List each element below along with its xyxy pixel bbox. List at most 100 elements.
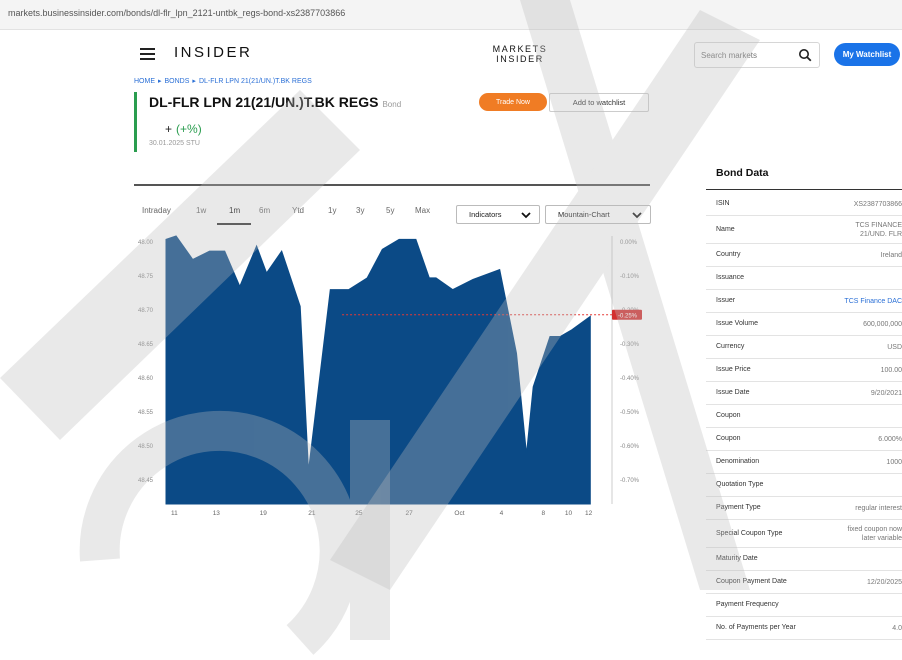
x-tick-label: 21 <box>308 510 316 517</box>
bond-data-row: Issuer TCS Finance DAC <box>706 290 902 313</box>
bond-data-label: Quotation Type <box>716 481 764 488</box>
indicators-dropdown[interactable]: Indicators <box>456 205 540 224</box>
markets-logo-line2: INSIDER <box>496 54 544 64</box>
y-tick-label: 48.00 <box>138 240 154 246</box>
bond-data-row: Currency USD <box>706 336 902 359</box>
bond-header: DL-FLR LPN 21(21/UN.)T.BK REGS Bond + (+%)… <box>134 92 434 152</box>
tab-intraday[interactable]: Intraday <box>142 206 171 215</box>
bond-data-label: Issuer <box>716 297 736 304</box>
bond-data-value: 100.00 <box>880 367 902 374</box>
tab-3y[interactable]: 3y <box>356 206 364 215</box>
markets-logo-line1: MARKETS <box>492 44 548 54</box>
section-divider <box>134 184 650 186</box>
bond-data-label: No. of Payments per Year <box>716 624 796 631</box>
issuer-link[interactable]: TCS Finance DAC <box>844 297 902 306</box>
tab-6m[interactable]: 6m <box>259 206 270 215</box>
insider-logo[interactable]: INSIDER <box>174 44 252 61</box>
url-text[interactable]: markets.businessinsider.com/bonds/dl-flr… <box>8 8 345 18</box>
chevron-down-icon <box>521 212 531 219</box>
x-tick-label: 25 <box>355 510 363 517</box>
bond-data-value: TCS FINANCE 21/UND. FLR <box>855 222 902 238</box>
my-watchlist-button[interactable]: My Watchlist <box>834 43 900 66</box>
bond-data-row: Issue Price 100.00 <box>706 359 902 382</box>
bond-data-divider <box>706 189 902 190</box>
x-tick-label: 11 <box>171 510 178 517</box>
add-to-watchlist-button[interactable]: Add to watchlist <box>549 93 649 112</box>
bond-data-row: Maturity Date <box>706 548 902 571</box>
bond-data-row: Denomination 1000 <box>706 451 902 474</box>
bond-data-value: regular interest <box>855 505 902 512</box>
bond-data-value: Ireland <box>880 252 902 259</box>
browser-url-bar[interactable]: markets.businessinsider.com/bonds/dl-flr… <box>0 0 902 30</box>
breadcrumb-home[interactable]: HOME <box>134 78 155 85</box>
breadcrumb-separator-icon: ▸ <box>158 78 162 85</box>
bond-data-row: Issue Volume 600,000,000 <box>706 313 902 336</box>
bond-data-row: Country Ireland <box>706 244 902 267</box>
chart-type-label: Mountain-Chart <box>558 210 610 219</box>
chevron-down-icon <box>632 212 642 219</box>
bond-data-value: USD <box>887 344 902 351</box>
bond-data-value: fixed coupon now later variable <box>847 526 902 542</box>
x-tick-label: 19 <box>260 510 268 517</box>
x-tick-label: 27 <box>406 510 414 517</box>
bond-title-text: DL-FLR LPN 21(21/UN.)T.BK REGS <box>149 94 379 110</box>
x-tick-label: 4 <box>500 510 504 517</box>
price-change: + (+%) <box>165 122 202 136</box>
bond-data-value: 12/20/2025 <box>866 579 902 586</box>
bond-data-value: 6.000% <box>878 436 902 443</box>
x-tick-label: 13 <box>213 510 221 517</box>
breadcrumb-bonds[interactable]: BONDS <box>165 78 190 85</box>
bond-data-label: Payment Frequency <box>716 601 779 608</box>
tab-1w[interactable]: 1w <box>196 206 206 215</box>
right-tick-label: -0.50% <box>620 410 640 416</box>
right-tick-label: -0.30% <box>620 342 640 348</box>
y-tick-label: 48.50 <box>138 444 154 450</box>
page-title: DL-FLR LPN 21(21/UN.)T.BK REGS Bond <box>149 94 401 110</box>
price-chart[interactable]: 48.00 48.75 48.70 48.65 48.60 48.55 48.50 48.45… <box>134 228 654 518</box>
bond-data-row: Coupon <box>706 405 902 428</box>
y-tick-label: 48.45 <box>138 478 154 484</box>
markets-insider-logo[interactable]: MARKETS INSIDER <box>470 44 570 64</box>
search-input[interactable] <box>701 48 791 62</box>
tab-5y[interactable]: 5y <box>386 206 394 215</box>
bond-type-label: Bond <box>382 100 402 109</box>
y-tick-label: 48.70 <box>138 308 154 314</box>
price-date: 30.01.2025 STU <box>149 140 200 147</box>
indicators-label: Indicators <box>469 210 502 219</box>
bond-data-label: Country <box>716 251 741 258</box>
search-box[interactable] <box>694 42 820 68</box>
bond-data-row: Quotation Type <box>706 474 902 497</box>
bond-data-label: Denomination <box>716 458 760 465</box>
hamburger-menu-icon[interactable] <box>140 48 155 60</box>
bond-data-label: Special Coupon Type <box>716 529 783 537</box>
bond-data-label: Maturity Date <box>716 555 758 562</box>
right-tick-label: -0.60% <box>620 444 640 450</box>
chart-type-dropdown[interactable]: Mountain-Chart <box>545 205 651 224</box>
bond-data-row: Name TCS FINANCE 21/UND. FLR <box>706 216 902 244</box>
bond-data-label: ISIN <box>716 200 730 207</box>
y-tick-label: 48.60 <box>138 376 154 382</box>
breadcrumb-current[interactable]: DL-FLR LPN 21(21/UN.)T.BK REGS <box>199 78 312 85</box>
tab-ytd[interactable]: Ytd <box>292 206 304 215</box>
bond-data-label: Payment Type <box>716 504 761 511</box>
tab-1y[interactable]: 1y <box>328 206 336 215</box>
bond-data-label: Issuance <box>716 274 745 281</box>
price-area-series <box>165 235 591 505</box>
bond-data-value: 4.0 <box>892 625 902 632</box>
y-tick-label: 48.75 <box>138 274 154 280</box>
right-tick-label: 0.00% <box>620 240 638 246</box>
bond-data-title: Bond Data <box>716 167 769 179</box>
search-icon[interactable] <box>798 48 812 62</box>
tab-1m[interactable]: 1m <box>229 206 240 215</box>
x-tick-label: 10 <box>565 510 573 517</box>
breadcrumb: HOME ▸ BONDS ▸ DL-FLR LPN 21(21/UN.)T.BK REG… <box>134 77 312 85</box>
bond-data-row: No. of Payments per Year 4.0 <box>706 617 902 640</box>
bond-data-value: 1000 <box>886 459 902 466</box>
bond-data-row: Special Coupon Type fixed coupon now later… <box>706 520 902 548</box>
y-tick-label: 48.65 <box>138 342 154 348</box>
change-sign: + <box>165 122 173 136</box>
bond-data-label: Issue Date <box>716 389 750 396</box>
right-tick-label: -0.10% <box>620 274 640 280</box>
trade-now-button[interactable]: Trade Now <box>479 93 547 111</box>
tab-max[interactable]: Max <box>415 206 430 215</box>
